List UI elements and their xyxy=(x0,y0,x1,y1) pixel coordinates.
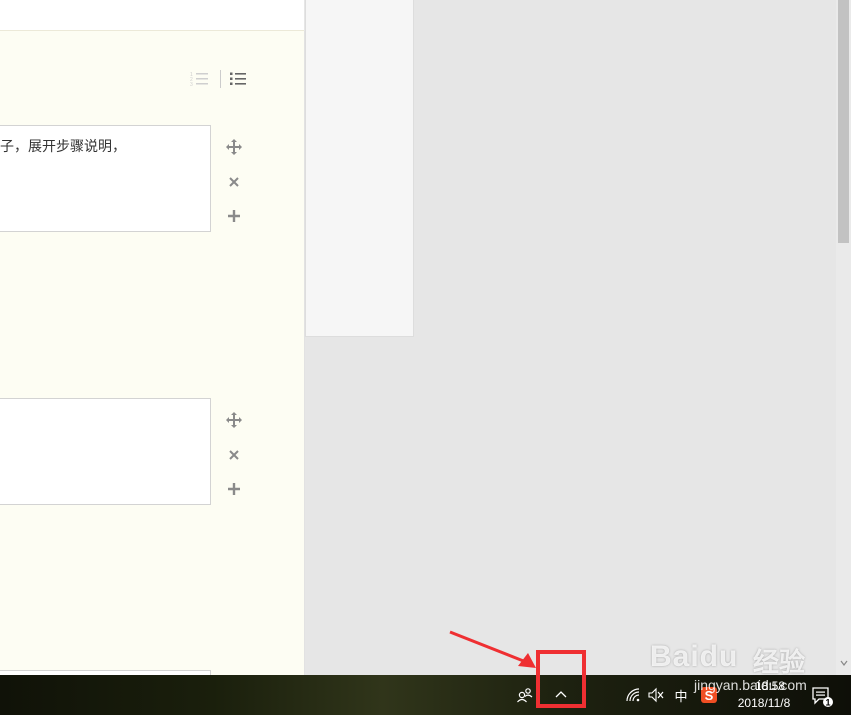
watermark-brand: Baidu xyxy=(650,640,739,673)
step-text-box-1[interactable]: 子，展开步骤说明， xyxy=(0,125,211,232)
scrollbar-thumb[interactable] xyxy=(838,0,849,243)
step-text-1: 子，展开步骤说明， xyxy=(0,139,126,155)
close-icon[interactable] xyxy=(224,172,244,192)
watermark-url: jingyan.baidu.com xyxy=(694,677,807,693)
step-text-box-2[interactable] xyxy=(0,398,211,505)
baidu-jingyan-watermark: Baidu 经验 jingyan.baidu.com xyxy=(648,622,818,693)
clock-date[interactable]: 2018/11/8 xyxy=(729,696,799,710)
ordered-list-icon[interactable]: 1 2 3 xyxy=(189,70,211,88)
people-icon[interactable] xyxy=(515,685,535,705)
editor-header-strip xyxy=(0,0,304,31)
watermark-cn: 经验 xyxy=(753,648,806,678)
svg-text:1: 1 xyxy=(825,698,830,708)
plus-icon[interactable] xyxy=(224,206,244,226)
plus-icon[interactable] xyxy=(224,479,244,499)
annotation-arrow xyxy=(449,630,536,668)
unordered-list-icon[interactable] xyxy=(228,70,250,88)
svg-text:3: 3 xyxy=(190,82,193,88)
wifi-icon[interactable] xyxy=(624,686,642,704)
annotation-highlight-box xyxy=(536,650,586,708)
close-icon[interactable] xyxy=(224,445,244,465)
move-icon[interactable] xyxy=(224,410,244,430)
toolbar-separator xyxy=(220,70,221,88)
scroll-down-arrow[interactable] xyxy=(838,658,849,672)
move-icon[interactable] xyxy=(224,137,244,157)
side-panel xyxy=(305,0,414,337)
